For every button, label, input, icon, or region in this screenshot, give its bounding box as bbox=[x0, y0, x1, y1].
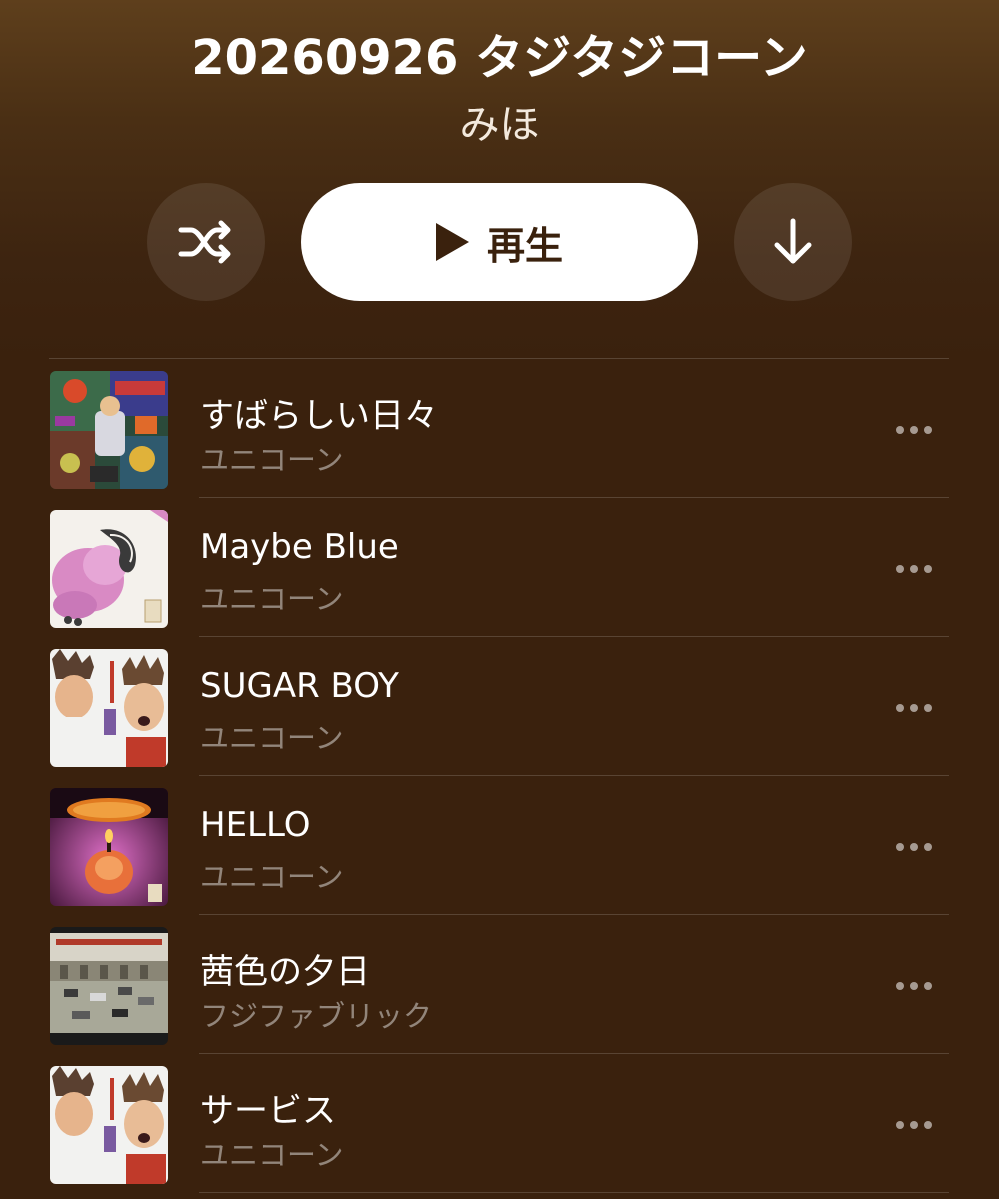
more-icon bbox=[896, 426, 904, 434]
album-art bbox=[50, 649, 168, 767]
track-title: Maybe Blue bbox=[200, 527, 399, 567]
track-artist: フジファブリック bbox=[200, 999, 433, 1033]
more-icon bbox=[896, 982, 904, 990]
shuffle-button[interactable] bbox=[147, 183, 265, 301]
track-title: 茜色の夕日 bbox=[200, 952, 370, 992]
shuffle-icon bbox=[178, 220, 231, 264]
more-icon bbox=[896, 704, 904, 712]
track-row[interactable]: Maybe Blue ユニコーン bbox=[0, 498, 999, 637]
more-icon-dot bbox=[910, 704, 918, 712]
track-row[interactable]: HELLO ユニコーン bbox=[0, 776, 999, 915]
more-options-button[interactable] bbox=[884, 693, 944, 723]
track-artist: ユニコーン bbox=[200, 860, 344, 894]
track-row[interactable]: 茜色の夕日 フジファブリック bbox=[0, 915, 999, 1054]
play-icon bbox=[435, 223, 469, 261]
more-icon-dot bbox=[924, 704, 932, 712]
track-title: SUGAR BOY bbox=[200, 666, 399, 706]
more-icon bbox=[896, 843, 904, 851]
play-button[interactable]: 再生 bbox=[301, 183, 698, 301]
more-icon-dot bbox=[910, 1121, 918, 1129]
more-options-button[interactable] bbox=[884, 554, 944, 584]
more-icon-dot bbox=[924, 843, 932, 851]
more-icon-dot bbox=[910, 565, 918, 573]
track-title: サービス bbox=[200, 1091, 336, 1131]
download-icon bbox=[774, 218, 812, 264]
track-title: HELLO bbox=[200, 805, 311, 845]
more-icon bbox=[896, 1121, 904, 1129]
more-options-button[interactable] bbox=[884, 971, 944, 1001]
track-row[interactable]: サービス ユニコーン bbox=[0, 1054, 999, 1193]
more-icon-dot bbox=[924, 982, 932, 990]
album-art bbox=[50, 510, 168, 628]
more-icon-dot bbox=[910, 426, 918, 434]
more-icon-dot bbox=[910, 982, 918, 990]
album-art bbox=[50, 371, 168, 489]
play-button-label: 再生 bbox=[486, 223, 563, 268]
track-artist: ユニコーン bbox=[200, 1138, 344, 1172]
track-artist: ユニコーン bbox=[200, 582, 344, 616]
track-row[interactable]: すばらしい日々 ユニコーン bbox=[0, 359, 999, 498]
playlist-title: 20260926 タジタジコーン bbox=[191, 30, 808, 86]
track-artist: ユニコーン bbox=[200, 443, 344, 477]
album-art bbox=[50, 1066, 168, 1184]
download-button[interactable] bbox=[734, 183, 852, 301]
track-row[interactable]: SUGAR BOY ユニコーン bbox=[0, 637, 999, 776]
more-icon-dot bbox=[924, 565, 932, 573]
more-icon-dot bbox=[910, 843, 918, 851]
track-title: すばらしい日々 bbox=[200, 396, 438, 436]
row-divider bbox=[199, 1192, 949, 1193]
more-icon-dot bbox=[924, 1121, 932, 1129]
album-art bbox=[50, 927, 168, 1045]
playlist-owner[interactable]: みほ bbox=[0, 92, 999, 150]
album-art bbox=[50, 788, 168, 906]
more-options-button[interactable] bbox=[884, 1110, 944, 1140]
more-options-button[interactable] bbox=[884, 415, 944, 445]
more-options-button[interactable] bbox=[884, 832, 944, 862]
more-icon-dot bbox=[924, 426, 932, 434]
more-icon bbox=[896, 565, 904, 573]
track-artist: ユニコーン bbox=[200, 721, 344, 755]
